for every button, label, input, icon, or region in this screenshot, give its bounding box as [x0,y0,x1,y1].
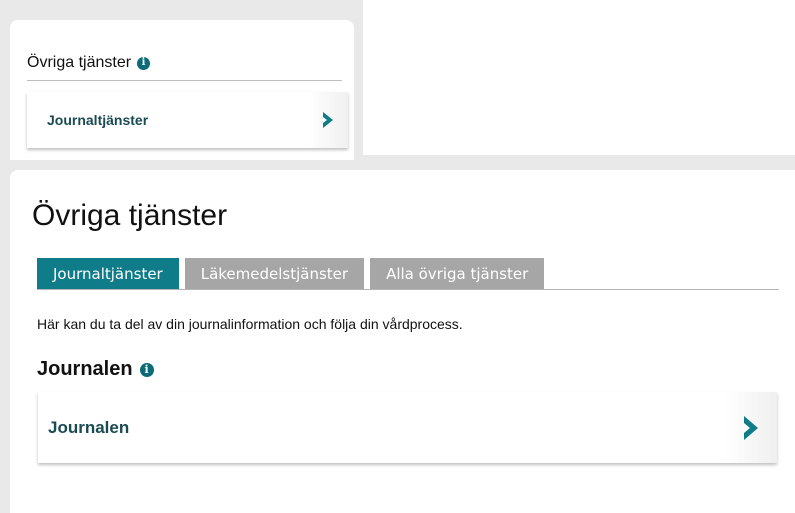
section-heading-text: Journalen [37,358,133,380]
tab-journal-services[interactable]: Journaltjänster [37,258,179,289]
widget-heading-text: Övriga tjänster [27,54,132,71]
intro-text: Här kan du ta del av din journalinformat… [37,316,463,332]
journal-services-link-label: Journaltjänster [47,112,149,128]
section-heading: Journalen i [37,358,154,381]
info-icon[interactable]: i [139,362,154,377]
journal-services-link[interactable]: Journaltjänster [27,92,348,148]
widget-heading: Övriga tjänster i [27,54,151,72]
other-services-page: Övriga tjänster Journaltjänster Läkemede… [10,170,795,513]
info-icon[interactable]: i [137,56,151,70]
journal-link[interactable]: Journalen [38,392,777,463]
divider [27,80,342,81]
tab-bar: Journaltjänster Läkemedelstjänster Alla … [37,258,779,290]
other-services-widget: Övriga tjänster i Journaltjänster [10,20,354,160]
tab-medication-services[interactable]: Läkemedelstjänster [184,258,365,289]
journal-link-label: Journalen [48,417,130,437]
chevron-right-icon [725,392,777,463]
tab-all-other-services[interactable]: Alla övriga tjänster [370,258,545,289]
page-title: Övriga tjänster [32,199,228,232]
chevron-right-icon [308,92,348,148]
